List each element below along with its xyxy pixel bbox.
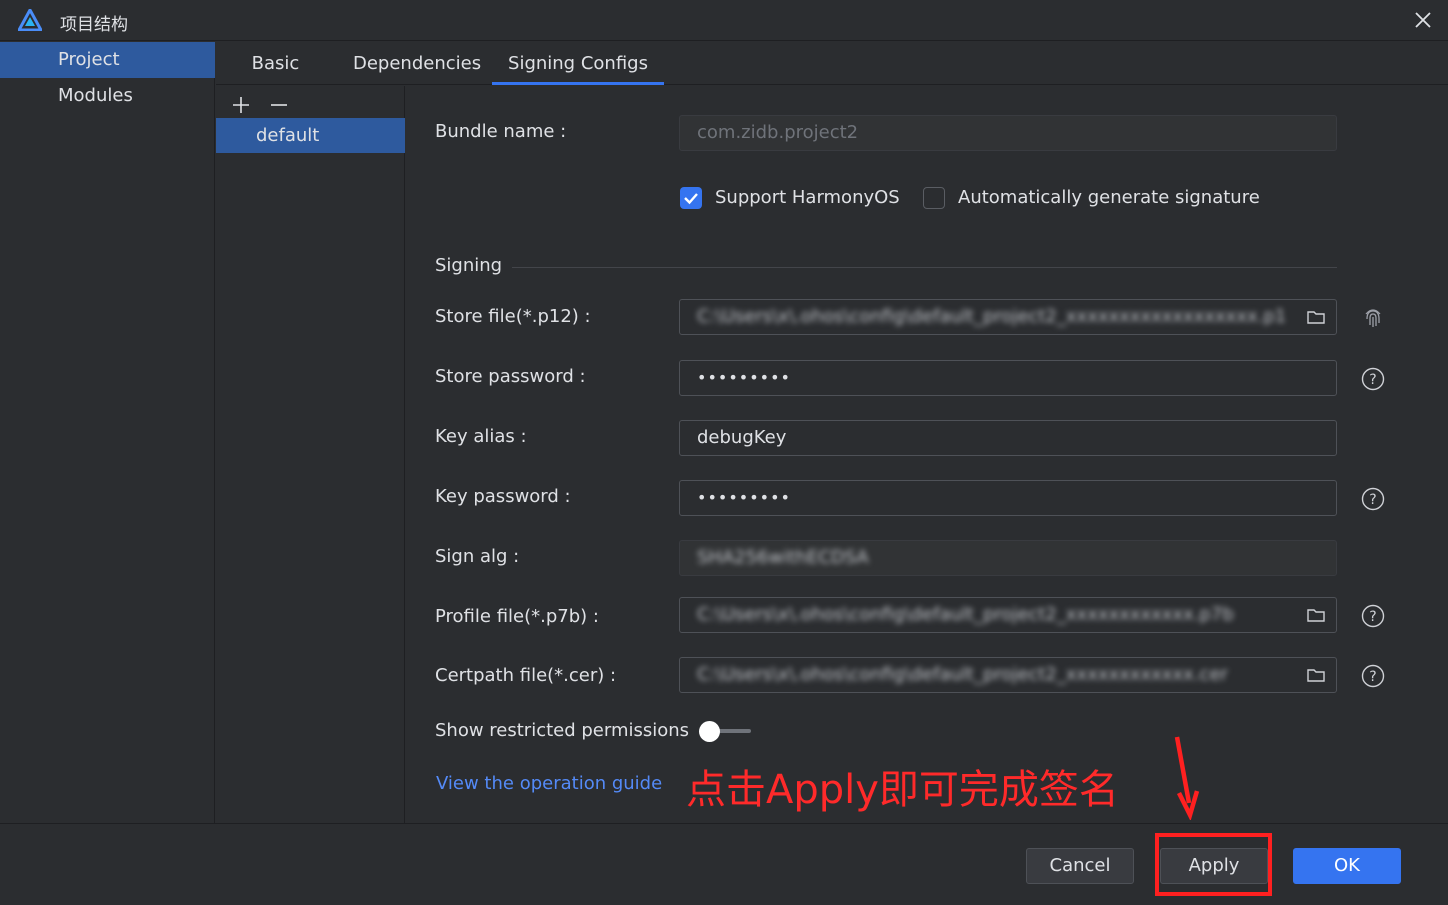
- help-icon[interactable]: ?: [1361, 604, 1385, 628]
- store-file-field[interactable]: C:\Users\x\.ohos\config\default_project2…: [679, 299, 1337, 335]
- store-password-label: Store password :: [435, 366, 586, 387]
- tab-signing-configs[interactable]: Signing Configs: [492, 42, 664, 85]
- tab-basic-info[interactable]: Basic Info: [234, 42, 317, 117]
- support-harmonyos-label: Support HarmonyOS: [715, 187, 900, 208]
- certpath-file-label: Certpath file(*.cer) :: [435, 665, 617, 686]
- key-password-field[interactable]: •••••••••: [679, 480, 1337, 516]
- key-password-value: •••••••••: [697, 488, 791, 507]
- store-password-value: •••••••••: [697, 368, 791, 387]
- certpath-file-value: C:\Users\x\.ohos\config\default_project2…: [697, 664, 1228, 685]
- restricted-permissions-toggle[interactable]: [699, 720, 751, 742]
- tab-bar: Basic Info Dependencies Signing Configs: [216, 42, 1448, 117]
- remove-config-button[interactable]: [266, 92, 292, 118]
- auto-signature-checkbox[interactable]: [923, 187, 945, 209]
- config-item-default[interactable]: default: [216, 118, 405, 153]
- folder-icon[interactable]: [1306, 307, 1326, 327]
- sidebar-item-project[interactable]: Project: [0, 42, 215, 78]
- auto-signature-label: Automatically generate signature: [958, 187, 1260, 208]
- config-list-panel: default: [216, 86, 405, 823]
- store-file-label: Store file(*.p12) :: [435, 306, 591, 327]
- harmony-logo-icon: [18, 9, 42, 31]
- close-button[interactable]: [1408, 5, 1438, 35]
- folder-icon[interactable]: [1306, 665, 1326, 685]
- sign-alg-label: Sign alg :: [435, 546, 520, 567]
- profile-file-label: Profile file(*.p7b) :: [435, 606, 599, 627]
- sidebar: Project Modules: [0, 42, 215, 823]
- key-alias-value: debugKey: [697, 427, 787, 448]
- support-harmonyos-checkbox[interactable]: [680, 187, 702, 209]
- key-alias-label: Key alias :: [435, 426, 527, 447]
- profile-file-field[interactable]: C:\Users\x\.ohos\config\default_project2…: [679, 597, 1337, 633]
- svg-text:?: ?: [1369, 609, 1376, 625]
- help-icon[interactable]: ?: [1361, 487, 1385, 511]
- bundle-name-label: Bundle name :: [435, 121, 567, 142]
- operation-guide-link[interactable]: View the operation guide: [436, 773, 662, 794]
- tab-dependencies[interactable]: Dependencies: [353, 42, 481, 85]
- ok-button[interactable]: OK: [1293, 848, 1401, 884]
- certpath-file-field[interactable]: C:\Users\x\.ohos\config\default_project2…: [679, 657, 1337, 693]
- annotation-text: 点击Apply即可完成签名: [686, 767, 1119, 813]
- profile-file-value: C:\Users\x\.ohos\config\default_project2…: [697, 604, 1234, 625]
- store-file-value: C:\Users\x\.ohos\config\default_project2…: [697, 306, 1287, 327]
- key-password-label: Key password :: [435, 486, 571, 507]
- bundle-name-field: com.zidb.project2: [679, 115, 1337, 151]
- sign-alg-field: SHA256withECDSA: [679, 540, 1337, 576]
- close-icon: [1415, 12, 1431, 28]
- title-bar: 项目结构: [0, 0, 1448, 41]
- signing-section-title: Signing: [435, 255, 503, 276]
- add-config-button[interactable]: [228, 92, 254, 118]
- store-password-field[interactable]: •••••••••: [679, 360, 1337, 396]
- help-icon[interactable]: ?: [1361, 367, 1385, 391]
- folder-icon[interactable]: [1306, 605, 1326, 625]
- window-title: 项目结构: [60, 15, 128, 35]
- section-divider: [512, 267, 1337, 268]
- sign-alg-value: SHA256withECDSA: [697, 547, 869, 568]
- svg-text:?: ?: [1369, 669, 1376, 685]
- fingerprint-icon[interactable]: [1361, 305, 1385, 329]
- svg-text:?: ?: [1369, 492, 1376, 508]
- minus-icon: [271, 104, 287, 106]
- plus-icon: [233, 97, 249, 113]
- key-alias-field[interactable]: debugKey: [679, 420, 1337, 456]
- cancel-button[interactable]: Cancel: [1026, 848, 1134, 884]
- svg-text:?: ?: [1369, 372, 1376, 388]
- toggle-knob: [699, 721, 720, 742]
- restricted-permissions-label: Show restricted permissions: [435, 720, 690, 741]
- help-icon[interactable]: ?: [1361, 664, 1385, 688]
- sidebar-item-label: Project: [58, 49, 120, 70]
- checkmark-icon: [684, 193, 698, 205]
- bundle-name-value: com.zidb.project2: [697, 122, 859, 143]
- config-item-label: default: [256, 125, 320, 146]
- apply-button[interactable]: Apply: [1160, 848, 1268, 884]
- sidebar-item-modules[interactable]: Modules: [0, 78, 215, 114]
- sidebar-item-label: Modules: [58, 85, 133, 106]
